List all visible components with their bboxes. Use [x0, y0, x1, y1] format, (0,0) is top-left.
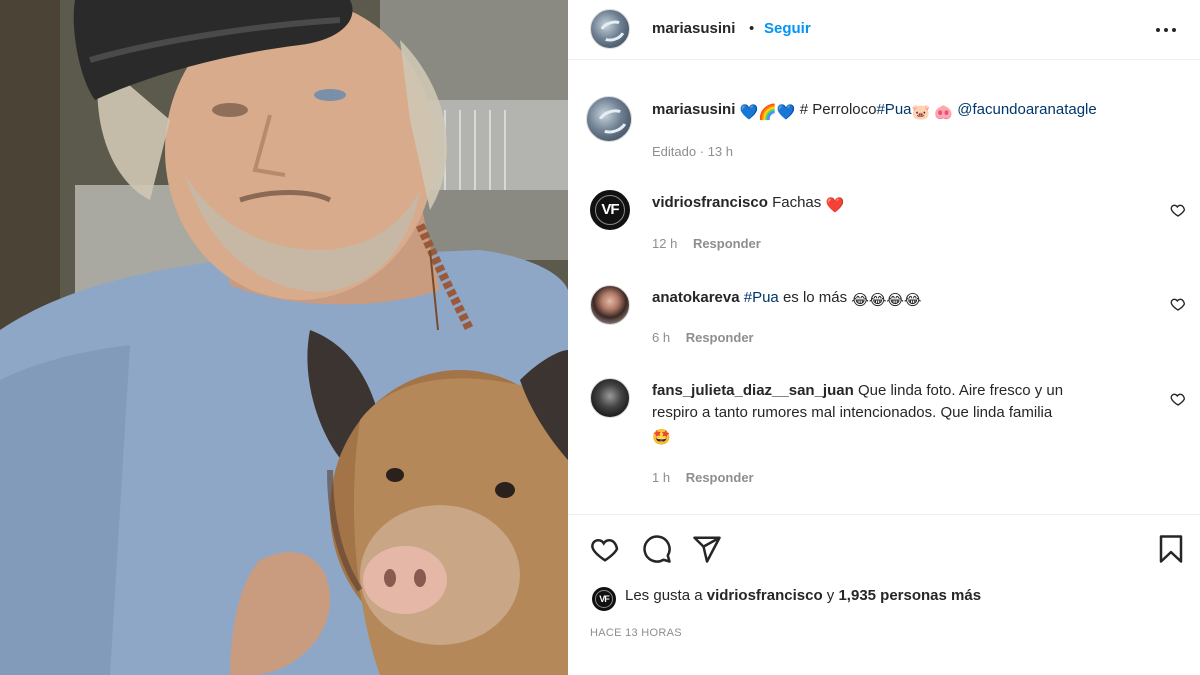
comment-like-heart-icon[interactable] [1170, 202, 1186, 218]
header-separator: • [749, 20, 755, 37]
comment-time[interactable]: 12 h [652, 236, 677, 251]
author-avatar[interactable] [590, 9, 630, 49]
post-photo [0, 0, 568, 675]
comment-like-heart-icon[interactable] [1170, 296, 1186, 312]
comment-like-heart-icon[interactable] [1170, 391, 1186, 407]
likes-user[interactable]: vidriosfrancisco [707, 587, 823, 604]
caption-username[interactable]: mariasusini [652, 101, 735, 118]
post-side-panel: mariasusini • Seguir mariasusini 💙🌈💙 # P… [568, 0, 1200, 675]
comment-meta: 12 h Responder [652, 236, 761, 251]
comment-username[interactable]: fans_julieta_diaz__san_juan [652, 382, 854, 399]
edited-label: Editado [652, 144, 697, 159]
caption-avatar[interactable] [586, 96, 632, 142]
caption-meta: Editado · 13 h [652, 144, 733, 159]
comment-emoji: 😂😂😂😂 [851, 292, 922, 309]
comment-avatar[interactable] [590, 285, 630, 325]
comment-meta: 1 h Responder [652, 470, 754, 485]
likes-prefix: Les gusta a [625, 587, 703, 604]
paper-plane-icon[interactable] [692, 534, 722, 564]
comment-item: vidriosfrancisco Fachas ❤️ [652, 192, 844, 217]
caption-hashtag[interactable]: #Pua [876, 101, 911, 118]
comment-time[interactable]: 1 h [652, 470, 670, 485]
comment-icon[interactable] [642, 534, 672, 564]
comment-text: es lo más [782, 289, 848, 306]
comment-line-1: fans_julieta_diaz__san_juan Que linda fo… [652, 380, 1172, 402]
reply-button[interactable]: Responder [693, 236, 761, 251]
post-actions: VF Les gusta a vidriosfrancisco y 1,935 … [568, 514, 1200, 675]
likes-conj: y [826, 587, 835, 604]
avatar-initials: VF [595, 590, 613, 608]
post-time-ago[interactable]: HACE 13 HORAS [590, 627, 682, 639]
photo-illustration [0, 0, 568, 675]
meta-dot: · [699, 144, 705, 159]
comment-item: anatokareva #Pua es lo más 😂😂😂😂 [652, 287, 921, 312]
comment-emoji: 🤩 [652, 429, 671, 446]
comment-hashtag[interactable]: #Pua [744, 289, 779, 306]
caption-emoji-prefix: 💙🌈💙 [739, 104, 796, 121]
caption-emoji-pig: 🐷 [911, 104, 931, 121]
comment-line-2: respiro a tanto rumores mal intencionado… [652, 404, 1053, 421]
comment-text: Fachas [772, 194, 822, 211]
comment-avatar[interactable] [590, 378, 630, 418]
follow-button[interactable]: Seguir [764, 20, 811, 37]
caption-mention[interactable]: @facundoaranatagle [957, 101, 1097, 118]
comment-meta: 6 h Responder [652, 330, 754, 345]
comment-item: fans_julieta_diaz__san_juan Que linda fo… [652, 380, 1172, 449]
caption: mariasusini 💙🌈💙 # Perroloco#Pua🐷 🐽 @facu… [652, 101, 1097, 121]
comment-username[interactable]: vidriosfrancisco [652, 194, 768, 211]
comment-emoji: ❤️ [825, 197, 845, 214]
reply-button[interactable]: Responder [686, 330, 754, 345]
caption-time[interactable]: 13 h [708, 144, 733, 159]
post-header: mariasusini • Seguir [568, 0, 1200, 60]
likes-avatar[interactable]: VF [592, 587, 616, 611]
heart-icon[interactable] [590, 534, 620, 564]
comment-username[interactable]: anatokareva [652, 289, 740, 306]
avatar-initials: VF [594, 194, 626, 226]
bookmark-icon[interactable] [1156, 534, 1186, 564]
caption-hash: # [799, 101, 809, 118]
likes-count[interactable]: 1,935 personas más [838, 587, 981, 604]
author-username[interactable]: mariasusini [652, 20, 735, 37]
comment-time[interactable]: 6 h [652, 330, 670, 345]
comment-avatar[interactable]: VF [590, 190, 630, 230]
caption-emoji-snout: 🐽 [934, 104, 954, 121]
reply-button[interactable]: Responder [686, 470, 754, 485]
caption-text: Perroloco [812, 101, 877, 118]
likes-summary[interactable]: Les gusta a vidriosfrancisco y 1,935 per… [625, 587, 981, 604]
comment-text: Que linda foto. Aire fresco y un [857, 382, 1064, 399]
more-options-icon[interactable] [1156, 22, 1180, 38]
